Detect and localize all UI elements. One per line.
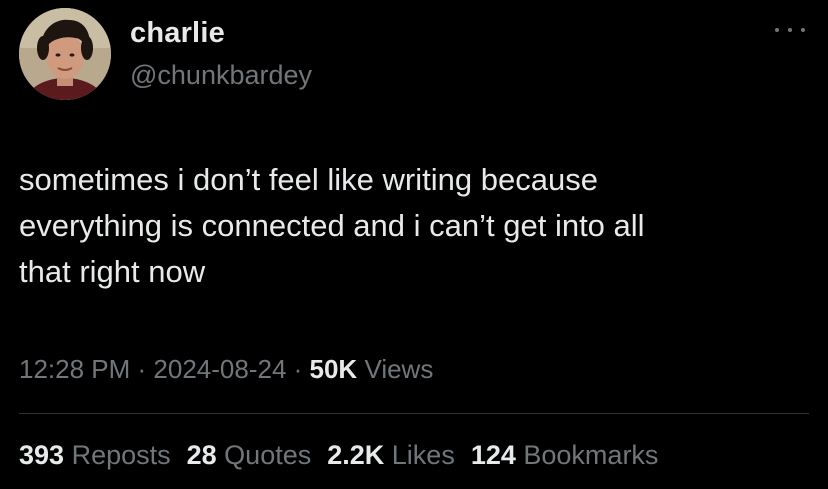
views-label: Views xyxy=(357,354,434,384)
display-name[interactable]: charlie xyxy=(130,17,225,50)
quotes-count: 28 xyxy=(186,440,217,470)
engagement-stats: 393 Reposts 28 Quotes 2.2K Likes 124 Boo… xyxy=(19,440,658,471)
likes-label: Likes xyxy=(384,440,455,470)
more-dot xyxy=(788,28,792,32)
user-handle[interactable]: @chunkbardey xyxy=(130,60,312,91)
bookmarks-count: 124 xyxy=(470,440,516,470)
tweet-time[interactable]: 12:28 PM xyxy=(19,354,130,384)
tweet-text: sometimes i don’t feel like writing beca… xyxy=(19,162,645,289)
avatar-image xyxy=(19,8,111,100)
meta-separator: · xyxy=(130,354,154,384)
bookmarks-stat[interactable]: 124 Bookmarks xyxy=(471,440,659,471)
tweet-card: charlie @chunkbardey sometimes i don’t f… xyxy=(0,0,828,489)
more-dot xyxy=(801,28,805,32)
views-count: 50K xyxy=(309,354,358,384)
tweet-date[interactable]: 2024-08-24 xyxy=(153,354,286,384)
bookmarks-label: Bookmarks xyxy=(515,440,659,470)
meta-separator: · xyxy=(286,354,310,384)
avatar[interactable] xyxy=(19,8,111,100)
reposts-count: 393 xyxy=(19,440,65,470)
quotes-label: Quotes xyxy=(216,440,312,470)
more-dot xyxy=(775,28,779,32)
tweet-metadata: 12:28 PM · 2024-08-24 · 50K Views xyxy=(19,354,433,385)
more-horizontal-icon[interactable] xyxy=(775,25,805,35)
divider xyxy=(19,413,809,414)
quotes-stat[interactable]: 28 Quotes xyxy=(187,440,312,471)
reposts-label: Reposts xyxy=(64,440,171,470)
likes-count: 2.2K xyxy=(327,440,385,470)
reposts-stat[interactable]: 393 Reposts xyxy=(19,440,171,471)
likes-stat[interactable]: 2.2K Likes xyxy=(327,440,455,471)
